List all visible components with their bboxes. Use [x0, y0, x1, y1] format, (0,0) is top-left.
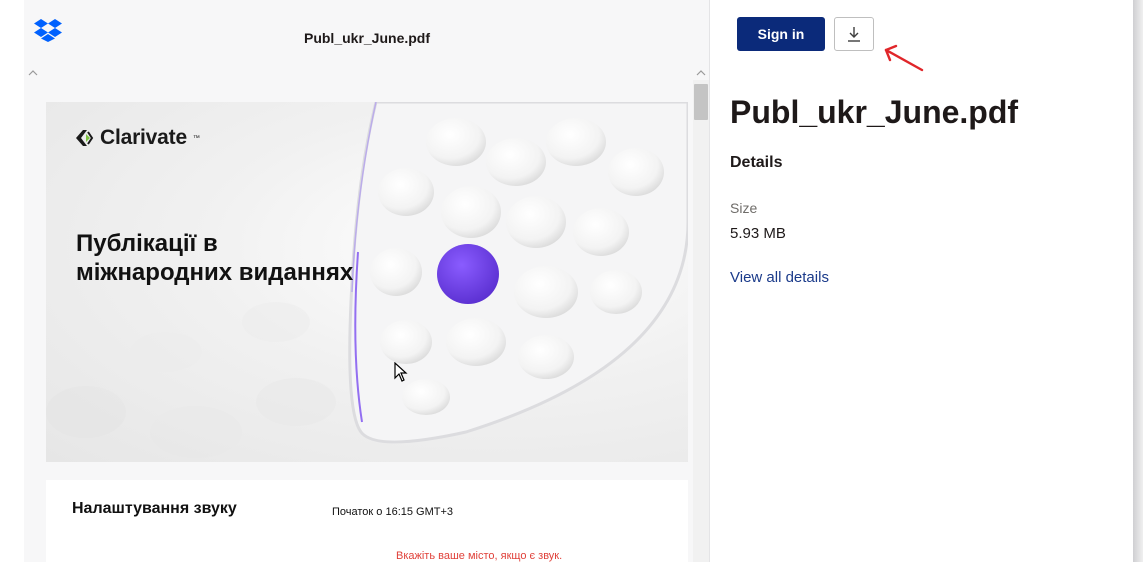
viewer-header: Publ_ukr_June.pdf: [24, 0, 709, 64]
size-value: 5.93 MB: [730, 225, 786, 242]
view-all-details-link[interactable]: View all details: [730, 269, 829, 286]
pdf-page-two: Налаштування звуку Початок о 16:15 GMT+3…: [46, 480, 688, 562]
clarivate-wordmark: Clarivate: [100, 126, 187, 149]
scroll-up-arrow-left[interactable]: [26, 66, 40, 80]
mouse-cursor-icon: [394, 362, 408, 382]
file-title: Publ_ukr_June.pdf: [730, 94, 1019, 130]
download-button[interactable]: [834, 17, 874, 51]
sound-settings-heading: Налаштування звуку: [72, 500, 237, 517]
pdf-page-cover: Clarivate ™ Публікації в міжнародних вид…: [46, 102, 688, 462]
purple-pill: [437, 244, 499, 304]
viewer-filename: Publ_ukr_June.pdf: [303, 30, 431, 46]
download-icon: [848, 27, 860, 42]
red-annotation-arrow-icon: [884, 44, 924, 72]
sign-in-button[interactable]: Sign in: [737, 17, 825, 51]
app-window: Publ_ukr_June.pdf Clarivate ™ Публікації…: [0, 0, 1143, 562]
details-heading: Details: [730, 154, 783, 171]
file-details-panel: Sign in Publ_ukr_June.pdf Details Size 5…: [710, 0, 1133, 562]
city-hint-text: Вкажіть ваше місто, якщо є звук.: [396, 550, 563, 562]
start-time-text: Початок о 16:15 GMT+3: [332, 506, 454, 518]
viewer-scrollbar-thumb[interactable]: [694, 84, 708, 120]
clarivate-trademark: ™: [192, 134, 200, 142]
pdf-viewer: Publ_ukr_June.pdf Clarivate ™ Публікації…: [24, 0, 710, 562]
scroll-up-arrow-right[interactable]: [694, 66, 708, 80]
cover-title-line-1: Публікації в: [76, 230, 218, 257]
window-edge-shadow: [1133, 0, 1143, 562]
viewer-scrollbar-track[interactable]: [693, 80, 709, 562]
cover-title: Публікації в міжнародних виданнях: [76, 229, 436, 287]
cover-title-line-2: міжнародних виданнях: [76, 259, 354, 286]
size-label: Size: [730, 200, 758, 216]
left-gutter: [0, 0, 24, 562]
clarivate-mark-icon: [76, 130, 94, 146]
clarivate-logo: Clarivate ™: [74, 126, 200, 150]
